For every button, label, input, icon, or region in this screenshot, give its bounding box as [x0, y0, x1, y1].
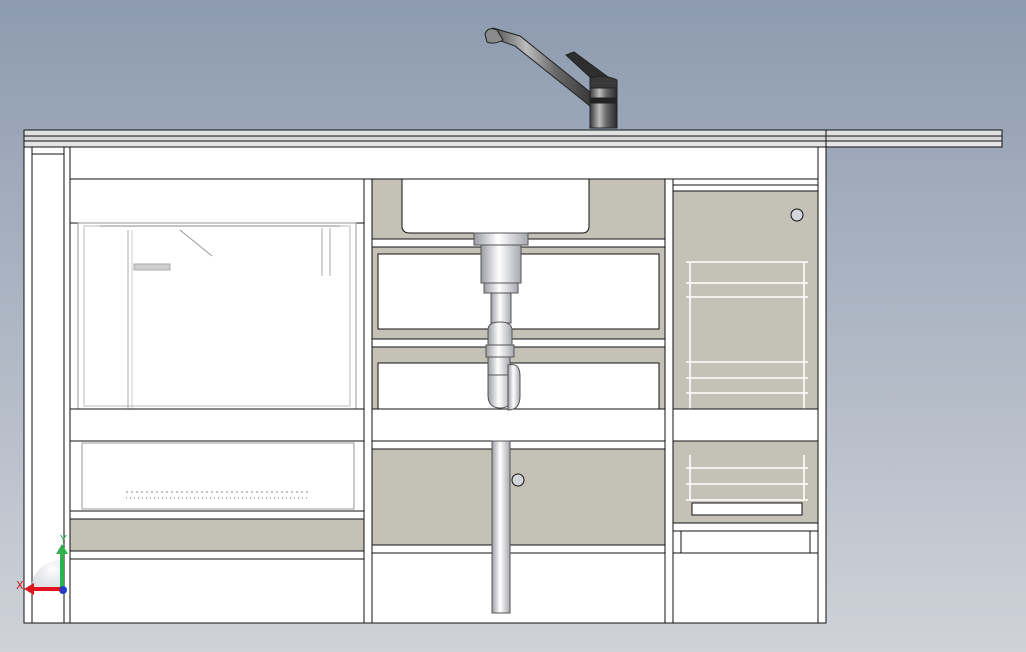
triad-x-label: X	[16, 579, 24, 592]
cad-viewport[interactable]: X Y	[0, 0, 1026, 652]
drawer-knob	[511, 473, 525, 487]
left-bay	[69, 178, 365, 624]
countertop	[23, 129, 1003, 148]
drawer-knob	[790, 208, 804, 222]
right-bay	[672, 178, 819, 624]
cabinet-front-view: X Y	[0, 0, 1026, 652]
triad-y-label: Y	[59, 533, 67, 546]
